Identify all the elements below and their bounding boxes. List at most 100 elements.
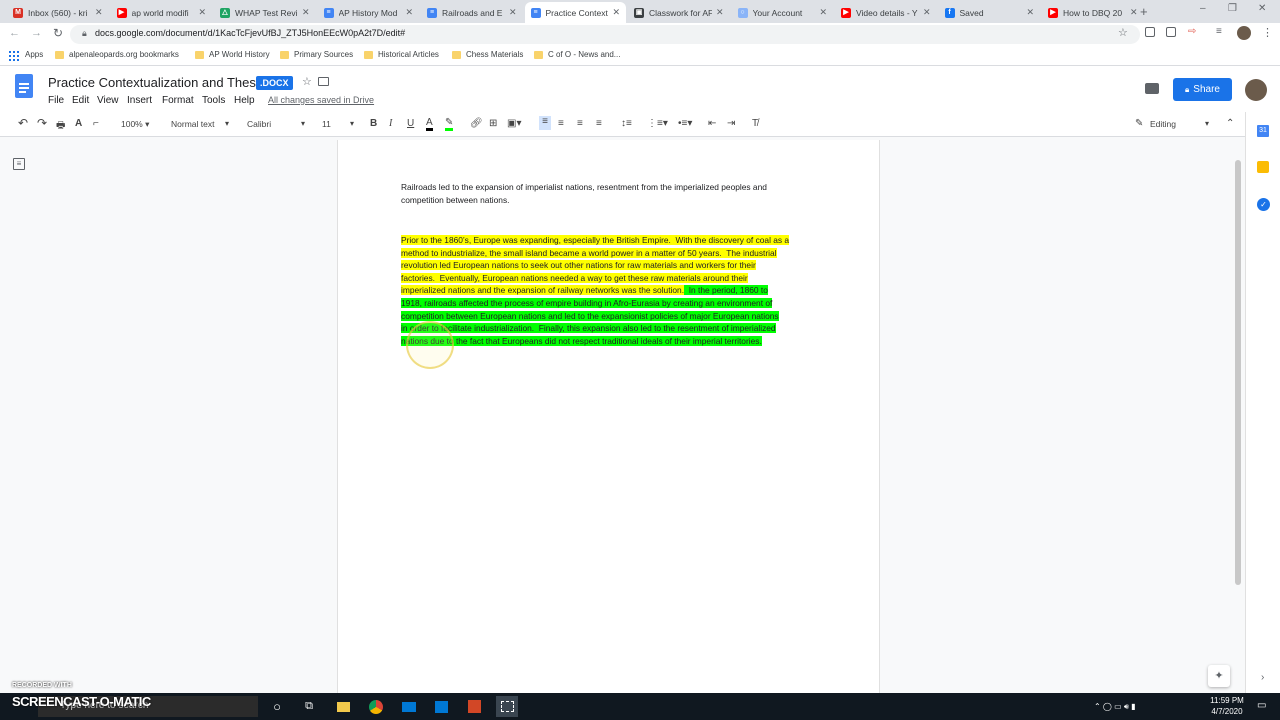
notifications-icon[interactable]: ▭: [1257, 700, 1266, 711]
browser-tab[interactable]: ≡ AP History Mod ✕: [318, 2, 420, 23]
cortana-icon[interactable]: ○: [266, 696, 288, 717]
bookmark-item[interactable]: C of O - News and...: [534, 50, 620, 59]
minimize-window-button[interactable]: –: [1200, 3, 1206, 14]
underline-icon[interactable]: U: [407, 118, 414, 129]
bulleted-list-icon[interactable]: •≡▾: [678, 118, 692, 129]
screen-recorder-icon[interactable]: [496, 696, 518, 717]
font-size-select[interactable]: 11: [322, 119, 331, 129]
playlist-icon[interactable]: ≡: [1216, 26, 1222, 37]
move-folder-icon[interactable]: [318, 77, 329, 86]
screencast-extension-icon[interactable]: ⇨: [1188, 26, 1196, 37]
account-avatar[interactable]: [1245, 79, 1267, 101]
close-tab-icon[interactable]: ✕: [95, 7, 103, 18]
bookmark-item[interactable]: alpenaleopards.org bookmarks: [55, 50, 179, 59]
close-tab-icon[interactable]: ✕: [1130, 7, 1138, 18]
align-center-icon[interactable]: ≡: [558, 118, 564, 129]
chevron-down-icon[interactable]: ▾: [301, 119, 305, 128]
browser-tab[interactable]: ▶ How to DBQ 20 ✕: [1042, 2, 1144, 23]
menu-tools[interactable]: Tools: [202, 95, 225, 106]
calendar-icon[interactable]: 31: [1257, 125, 1269, 137]
print-icon[interactable]: 🖶︎: [56, 118, 65, 135]
docs-logo-icon[interactable]: [15, 74, 33, 98]
close-window-button[interactable]: ✕: [1258, 3, 1266, 14]
share-button[interactable]: 🔒︎ Share: [1173, 78, 1232, 101]
tray-icons[interactable]: ⌃ ◯ ▭ 🔊︎ ▮: [1094, 702, 1136, 712]
powerpoint-icon[interactable]: [463, 696, 485, 717]
comment-add-icon[interactable]: ⊞: [489, 118, 497, 129]
mail-icon[interactable]: [398, 696, 420, 717]
browser-tab[interactable]: M Inbox (560) - kri ✕: [7, 2, 109, 23]
increase-indent-icon[interactable]: ⇥: [727, 118, 735, 129]
close-tab-icon[interactable]: ✕: [819, 7, 827, 18]
keep-icon[interactable]: [1257, 161, 1269, 173]
topic-sentence[interactable]: Railroads led to the expansion of imperi…: [401, 181, 811, 206]
reload-icon[interactable]: ↻: [53, 26, 63, 40]
browser-tab[interactable]: ▣ Classwork for AF ✕: [628, 2, 730, 23]
close-tab-icon[interactable]: ✕: [612, 7, 620, 18]
contextualization-paragraph[interactable]: Prior to the 1860’s, Europe was expandin…: [401, 234, 831, 347]
undo-icon[interactable]: ↶: [18, 116, 28, 130]
back-arrow-icon[interactable]: ←: [9, 27, 20, 39]
italic-icon[interactable]: I: [389, 118, 392, 129]
bookmark-item[interactable]: Primary Sources: [280, 50, 353, 59]
save-status[interactable]: All changes saved in Drive: [268, 95, 374, 105]
browser-tab[interactable]: ○ Your Account ✕: [732, 2, 834, 23]
restore-window-button[interactable]: ❐: [1228, 3, 1237, 14]
close-tab-icon[interactable]: ✕: [1026, 7, 1034, 18]
close-tab-icon[interactable]: ✕: [302, 7, 310, 18]
clock-date[interactable]: 4/7/2020: [1208, 707, 1246, 716]
clock-time[interactable]: 11:59 PM: [1208, 696, 1246, 705]
outline-icon[interactable]: ≡: [13, 158, 25, 170]
extension-icon[interactable]: [1166, 27, 1176, 37]
bookmark-item[interactable]: Chess Materials: [452, 50, 523, 59]
align-left-icon[interactable]: ≡: [539, 116, 551, 130]
paint-format-icon[interactable]: ⌐: [93, 118, 99, 129]
redo-icon[interactable]: ↷: [37, 116, 47, 130]
decrease-indent-icon[interactable]: ⇤: [708, 118, 716, 129]
chevron-down-icon[interactable]: ▾: [225, 119, 229, 128]
browser-tab[interactable]: ▶ Video details - Y ✕: [835, 2, 937, 23]
vertical-scrollbar[interactable]: [1235, 160, 1241, 585]
forward-arrow-icon[interactable]: →: [31, 27, 42, 39]
highlight-color-icon[interactable]: ✎: [445, 118, 454, 131]
align-right-icon[interactable]: ≡: [577, 118, 583, 129]
numbered-list-icon[interactable]: ⋮≡▾: [647, 118, 668, 129]
close-tab-icon[interactable]: ✕: [405, 7, 413, 18]
text-color-icon[interactable]: A: [426, 118, 433, 131]
bookmark-item[interactable]: AP World History: [195, 50, 270, 59]
url-text[interactable]: docs.google.com/document/d/1KacTcFjevUfB…: [95, 28, 405, 38]
omnibox[interactable]: 🔒︎ docs.google.com/document/d/1KacTcFjev…: [70, 25, 1140, 44]
chevron-down-icon[interactable]: ▾: [350, 119, 354, 128]
zoom-select[interactable]: 100% ▾: [121, 119, 149, 130]
document-page[interactable]: Railroads led to the expansion of imperi…: [337, 140, 880, 696]
link-icon[interactable]: 🔗︎: [470, 118, 483, 129]
browser-tab[interactable]: ≡ Practice Context ✕: [524, 2, 626, 23]
spellcheck-icon[interactable]: A: [75, 118, 82, 129]
close-tab-icon[interactable]: ✕: [509, 7, 517, 18]
browser-menu-icon[interactable]: ⋮: [1262, 26, 1273, 39]
chevron-up-icon[interactable]: ⌃: [1226, 118, 1234, 129]
browser-tab[interactable]: ≡ Railroads and E ✕: [421, 2, 523, 23]
profile-avatar[interactable]: [1237, 26, 1251, 40]
chrome-icon[interactable]: [365, 696, 387, 717]
bold-icon[interactable]: B: [370, 118, 377, 129]
style-select[interactable]: Normal text: [171, 119, 214, 129]
close-tab-icon[interactable]: ✕: [923, 7, 931, 18]
bookmark-star-icon[interactable]: ☆: [1118, 26, 1128, 39]
tasks-icon[interactable]: ✓: [1257, 198, 1270, 211]
new-tab-button[interactable]: +: [1140, 4, 1148, 19]
document-title[interactable]: Practice Contextualization and Thesis: [48, 75, 265, 90]
menu-file[interactable]: File: [48, 95, 64, 106]
menu-format[interactable]: Format: [162, 95, 194, 106]
expand-panel-chevron-icon[interactable]: ›: [1261, 672, 1264, 683]
close-tab-icon[interactable]: ✕: [198, 7, 206, 18]
menu-insert[interactable]: Insert: [127, 95, 152, 106]
menu-help[interactable]: Help: [234, 95, 255, 106]
browser-tab[interactable]: ▶ ap world modifi ✕: [111, 2, 213, 23]
font-select[interactable]: Calibri: [247, 119, 271, 129]
browser-tab[interactable]: f Saved ✕: [939, 2, 1041, 23]
chevron-down-icon[interactable]: ▾: [1205, 119, 1209, 128]
image-icon[interactable]: ▣▾: [507, 118, 521, 129]
extension-icon[interactable]: [1145, 27, 1155, 37]
file-explorer-icon[interactable]: [332, 696, 354, 717]
